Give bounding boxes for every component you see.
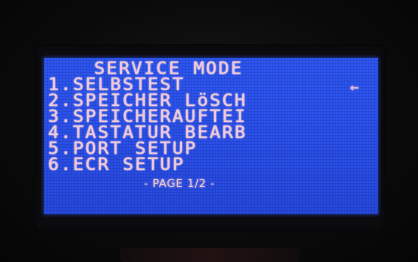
selection-arrow-icon: ← <box>350 78 360 96</box>
device-photo: SERVICE MODE 1.SELBSTEST 2.SPEICHER LöSC… <box>0 0 418 262</box>
keypad-edge <box>120 248 300 262</box>
lcd-screen: SERVICE MODE 1.SELBSTEST 2.SPEICHER LöSC… <box>44 58 378 214</box>
menu-item-ecr-setup[interactable]: 6.ECR SETUP <box>48 157 378 174</box>
page-indicator: - PAGE 1/2 - <box>144 177 215 190</box>
